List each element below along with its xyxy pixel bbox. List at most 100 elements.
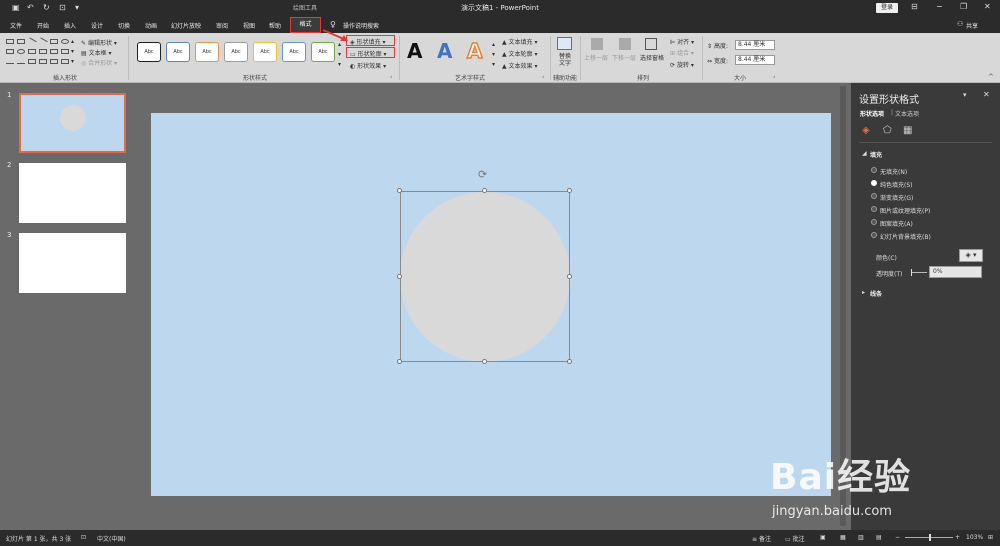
wordart-scroll-up-icon[interactable]: ▴ xyxy=(492,41,495,48)
dialog-launcher-icon[interactable]: ⌟ xyxy=(390,73,392,79)
text-fill-button[interactable]: ▲ 文本填充 ▾ xyxy=(502,37,537,46)
shape-style-1[interactable]: Abc xyxy=(137,42,161,62)
section-line[interactable]: 线条 xyxy=(870,289,882,298)
maximize-icon[interactable]: ❐ xyxy=(960,2,967,11)
slide-thumbnail-2[interactable] xyxy=(19,163,126,223)
zoom-level[interactable]: 103% xyxy=(966,534,983,541)
callout-shape-icon[interactable] xyxy=(61,49,69,54)
dialog-launcher-icon[interactable]: ⌟ xyxy=(542,73,544,79)
oval-shape-icon[interactable] xyxy=(61,39,69,44)
pane-options-icon[interactable]: ▾ xyxy=(963,91,967,99)
spelling-icon[interactable]: ⊡ xyxy=(81,534,86,541)
selection-pane-button[interactable]: 选择窗格 xyxy=(640,53,664,62)
styles-more-icon[interactable]: ▾ xyxy=(338,61,341,68)
wordart-style-black[interactable]: A xyxy=(407,39,422,63)
option-slide-background-fill[interactable]: 幻灯片背景填充(B) xyxy=(880,232,931,241)
reading-view-icon[interactable]: ▥ xyxy=(858,534,864,541)
share-button[interactable]: 共享 xyxy=(966,21,978,30)
wordart-scroll-down-icon[interactable]: ▾ xyxy=(492,51,495,58)
tab-text-options[interactable]: 文本选项 xyxy=(895,109,919,118)
textbox-shape-icon[interactable] xyxy=(6,39,14,44)
resize-handle[interactable] xyxy=(482,359,487,364)
tab-transitions[interactable]: 切换 xyxy=(118,21,130,30)
resize-handle[interactable] xyxy=(567,359,572,364)
edit-shape-button[interactable]: ✎ 编辑形状 ▾ xyxy=(81,38,117,47)
comments-button[interactable]: ▭ 批注 xyxy=(785,534,805,543)
slide-thumbnail-1[interactable] xyxy=(19,93,126,153)
shape-style-4[interactable]: Abc xyxy=(224,42,248,62)
selection-pane-icon[interactable] xyxy=(645,38,657,50)
tab-view[interactable]: 视图 xyxy=(243,21,255,30)
zoom-in-icon[interactable]: + xyxy=(955,534,960,541)
gallery-scroll-down-icon[interactable]: ▾ xyxy=(71,48,74,55)
normal-view-icon[interactable]: ▣ xyxy=(820,534,826,541)
line-shape-icon[interactable] xyxy=(27,37,37,46)
effects-icon[interactable]: ⬠ xyxy=(883,125,892,136)
tab-home[interactable]: 开始 xyxy=(37,21,49,30)
fill-line-icon[interactable]: ◈ xyxy=(862,125,870,136)
option-gradient-fill[interactable]: 渐变填充(G) xyxy=(880,193,913,202)
tab-file[interactable]: 文件 xyxy=(10,21,22,30)
notes-button[interactable]: ≡ 备注 xyxy=(752,534,771,543)
tab-format[interactable]: 格式 xyxy=(290,17,321,33)
tab-shape-options[interactable]: 形状选项 xyxy=(860,109,884,118)
arrow-shape-icon[interactable] xyxy=(38,37,48,46)
login-button[interactable]: 登录 xyxy=(876,3,898,13)
option-picture-fill[interactable]: 图片或纹理填充(P) xyxy=(880,206,930,215)
rectangle-shape-icon[interactable] xyxy=(6,49,14,54)
rotate-handle-icon[interactable]: ⟳ xyxy=(478,168,487,181)
shape-style-6[interactable]: Abc xyxy=(282,42,306,62)
gallery-more-icon[interactable]: ▾ xyxy=(71,58,74,65)
textbox-shape-icon[interactable] xyxy=(17,39,25,44)
styles-scroll-down-icon[interactable]: ▾ xyxy=(338,51,341,58)
ribbon-display-icon[interactable]: ⊟ xyxy=(911,2,918,11)
option-solid-fill[interactable]: 纯色填充(S) xyxy=(880,180,913,189)
radio-no-fill[interactable] xyxy=(871,167,877,173)
arrow-right-shape-icon[interactable] xyxy=(50,49,58,54)
wordart-style-blue[interactable]: A xyxy=(437,39,452,63)
radio-pattern-fill[interactable] xyxy=(871,219,877,225)
option-no-fill[interactable]: 无填充(N) xyxy=(880,167,907,176)
alt-text-button[interactable]: 替换文字 xyxy=(557,53,573,67)
resize-handle[interactable] xyxy=(397,188,402,193)
shape-style-5[interactable]: Abc xyxy=(253,42,277,62)
section-expand-icon[interactable]: ▸ xyxy=(862,289,865,296)
bring-forward-button[interactable]: 上移一层 xyxy=(584,53,608,62)
group-button[interactable]: ⊞ 组合 ▾ xyxy=(670,48,694,57)
rectangle-shape-icon[interactable] xyxy=(39,49,47,54)
rotate-button[interactable]: ⟳ 旋转 ▾ xyxy=(670,60,694,69)
curve-shape-icon[interactable] xyxy=(6,59,14,64)
transparency-slider-thumb[interactable] xyxy=(911,269,912,276)
oval-shape-icon[interactable] xyxy=(17,49,25,54)
radio-picture-fill[interactable] xyxy=(871,206,877,212)
brace-shape-icon[interactable] xyxy=(39,59,47,64)
star-shape-icon[interactable] xyxy=(50,59,58,64)
section-fill[interactable]: 填充 xyxy=(870,150,882,159)
tab-insert[interactable]: 插入 xyxy=(64,21,76,30)
rectangle-shape-icon[interactable] xyxy=(50,39,58,44)
transparency-slider[interactable] xyxy=(911,272,927,273)
radio-gradient-fill[interactable] xyxy=(871,193,877,199)
size-properties-icon[interactable]: ▦ xyxy=(903,125,912,136)
brace-shape-icon[interactable] xyxy=(28,59,36,64)
color-picker-button[interactable]: ◈ ▾ xyxy=(959,249,983,262)
wordart-more-icon[interactable]: ▾ xyxy=(492,61,495,68)
triangle-shape-icon[interactable] xyxy=(28,49,36,54)
align-button[interactable]: ⊫ 对齐 ▾ xyxy=(670,37,694,46)
bring-forward-icon[interactable] xyxy=(591,38,603,50)
tab-help[interactable]: 帮助 xyxy=(269,21,281,30)
slideshow-icon[interactable]: ▤ xyxy=(876,534,882,541)
resize-handle[interactable] xyxy=(397,274,402,279)
shape-style-2[interactable]: Abc xyxy=(166,42,190,62)
send-backward-icon[interactable] xyxy=(619,38,631,50)
text-outline-button[interactable]: ▲ 文本轮廓 ▾ xyxy=(502,49,537,58)
gallery-scroll-up-icon[interactable]: ▴ xyxy=(71,38,74,45)
zoom-slider-thumb[interactable] xyxy=(929,534,931,541)
radio-slide-background-fill[interactable] xyxy=(871,232,877,238)
resize-handle[interactable] xyxy=(482,188,487,193)
section-collapse-icon[interactable]: ◢ xyxy=(862,150,867,157)
alt-text-icon[interactable] xyxy=(557,37,572,50)
option-pattern-fill[interactable]: 图案填充(A) xyxy=(880,219,913,228)
text-effect-button[interactable]: ▲ 文本效果 ▾ xyxy=(502,61,537,70)
slide-thumbnail-3[interactable] xyxy=(19,233,126,293)
